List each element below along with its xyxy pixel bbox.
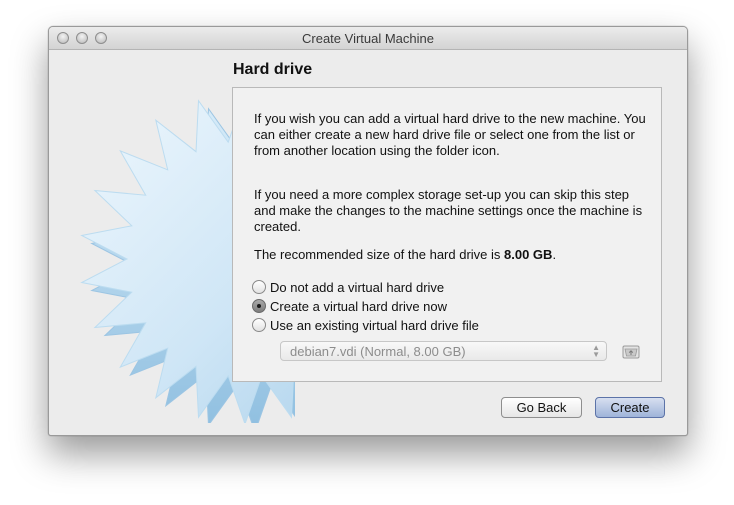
recommended-size-text: The recommended size of the hard drive i… xyxy=(254,247,649,263)
title-bar[interactable]: Create Virtual Machine xyxy=(49,27,687,50)
no-disk-label: Do not add a virtual hard drive xyxy=(270,279,445,295)
create-button[interactable]: Create xyxy=(595,397,665,418)
option-create-disk[interactable]: Create a virtual hard drive now xyxy=(252,297,447,315)
hard-drive-panel: If you wish you can add a virtual hard d… xyxy=(232,87,662,382)
existing-disk-select-value: debian7.vdi (Normal, 8.00 GB) xyxy=(290,344,466,359)
existing-disk-label: Use an existing virtual hard drive file xyxy=(270,317,479,333)
recommended-size-value: 8.00 GB xyxy=(504,247,553,262)
recommended-prefix: The recommended size of the hard drive i… xyxy=(254,247,505,262)
intro-text: If you wish you can add a virtual hard d… xyxy=(254,111,646,158)
create-vm-window: Create Virtual Machine Hard drive If you… xyxy=(48,26,688,436)
storage-text: If you need a more complex storage set-u… xyxy=(254,187,643,234)
existing-disk-radio[interactable] xyxy=(252,318,266,332)
go-back-button[interactable]: Go Back xyxy=(501,397,582,418)
create-disk-label: Create a virtual hard drive now xyxy=(270,298,448,314)
option-existing-disk[interactable]: Use an existing virtual hard drive file xyxy=(252,316,479,334)
option-no-disk[interactable]: Do not add a virtual hard drive xyxy=(252,278,444,296)
window-title: Create Virtual Machine xyxy=(302,31,434,46)
existing-disk-select[interactable]: debian7.vdi (Normal, 8.00 GB) ▲ ▼ xyxy=(280,341,607,361)
updown-arrows-icon: ▲ ▼ xyxy=(592,343,600,359)
page-heading: Hard drive xyxy=(233,61,313,78)
recommended-suffix: . xyxy=(552,247,557,262)
no-disk-radio[interactable] xyxy=(252,280,266,294)
create-disk-radio[interactable] xyxy=(252,299,266,313)
folder-icon[interactable] xyxy=(622,343,640,359)
